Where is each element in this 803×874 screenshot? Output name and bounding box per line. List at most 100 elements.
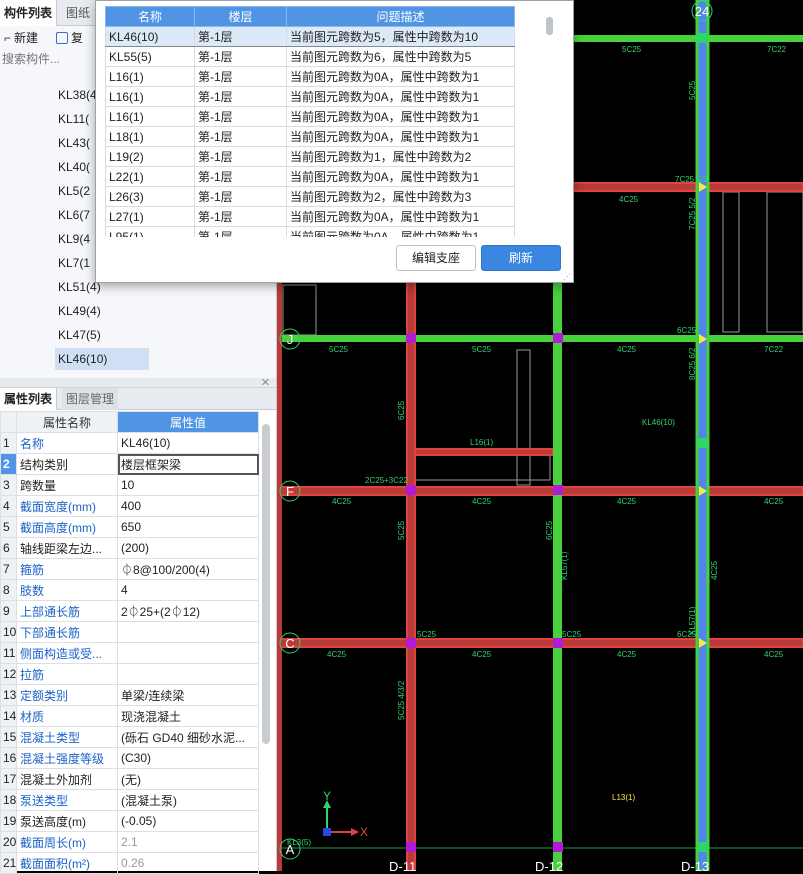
property-value[interactable]: (砾石 GD40 细砂水泥... — [117, 726, 259, 748]
table-row[interactable]: L27(1) 第-1层 当前图元跨数为0A，属性中跨数为1 — [105, 206, 515, 227]
table-row[interactable]: KL46(10) 第-1层 当前图元跨数为5，属性中跨数为10 — [105, 26, 515, 47]
property-value[interactable]: 2⏀25+(2⏀12) — [117, 600, 259, 622]
table-cell-name: L27(1) — [105, 206, 195, 227]
property-value[interactable]: KL46(10) — [117, 432, 259, 454]
property-row[interactable]: 14 材质 现浇混凝土 — [0, 705, 259, 727]
property-value[interactable]: (混凝土泵) — [117, 789, 259, 811]
refresh-button[interactable]: 刷新 — [481, 245, 561, 271]
property-value[interactable]: 10 — [117, 474, 259, 496]
property-row[interactable]: 2 结构类别 楼层框架梁 — [0, 453, 259, 475]
tab-layer-management[interactable]: 图层管理 — [62, 388, 119, 410]
resize-grip-icon[interactable]: ⋰ — [563, 272, 571, 281]
annotation-text: 4C25 — [764, 497, 784, 506]
property-value[interactable]: (-0.05) — [117, 810, 259, 832]
column-header-floor[interactable]: 楼层 — [194, 6, 287, 27]
property-value[interactable]: (200) — [117, 537, 259, 559]
property-row[interactable]: 15 混凝土类型 (砾石 GD40 细砂水泥... — [0, 726, 259, 748]
property-row[interactable]: 4 截面宽度(mm) 400 — [0, 495, 259, 517]
property-row[interactable]: 17 混凝土外加剂 (无) — [0, 768, 259, 790]
table-row[interactable]: L16(1) 第-1层 当前图元跨数为0A，属性中跨数为1 — [105, 66, 515, 87]
property-value[interactable]: 现浇混凝土 — [117, 705, 259, 727]
property-row[interactable]: 19 泵送高度(m) (-0.05) — [0, 810, 259, 832]
copy-button[interactable]: 复 — [56, 29, 83, 47]
column-node-green[interactable] — [697, 842, 708, 852]
scrollbar-thumb[interactable] — [546, 17, 553, 35]
property-value[interactable]: 楼层框架梁 — [117, 453, 259, 475]
edit-support-button[interactable]: 编辑支座 — [396, 245, 476, 271]
property-value[interactable] — [117, 663, 259, 685]
property-row[interactable]: 12 拉筋 — [0, 663, 259, 685]
property-value[interactable] — [117, 642, 259, 664]
tab-component-list[interactable]: 构件列表 — [0, 0, 58, 26]
table-row[interactable]: L18(1) 第-1层 当前图元跨数为0A，属性中跨数为1 — [105, 126, 515, 147]
tab-drawings[interactable]: 图纸 — [62, 0, 94, 26]
property-value[interactable]: 650 — [117, 516, 259, 538]
property-row[interactable]: 16 混凝土强度等级 (C30) — [0, 747, 259, 769]
tab-property-list[interactable]: 属性列表 — [0, 388, 58, 410]
annotation-text-vertical: 4C25 — [710, 560, 719, 580]
property-value[interactable]: 4 — [117, 579, 259, 601]
property-row[interactable]: 6 轴线距梁左边... (200) — [0, 537, 259, 559]
beam-vertical[interactable] — [406, 279, 416, 871]
component-search-input[interactable] — [0, 49, 104, 69]
table-row[interactable]: L16(1) 第-1层 当前图元跨数为0A，属性中跨数为1 — [105, 106, 515, 127]
column-node[interactable] — [553, 485, 563, 495]
new-button[interactable]: ⌐ 新建 — [4, 29, 38, 47]
property-row[interactable]: 9 上部通长筋 2⏀25+(2⏀12) — [0, 600, 259, 622]
panel-splitter[interactable]: ✕ — [0, 377, 276, 389]
property-scrollbar[interactable] — [262, 424, 270, 744]
property-row[interactable]: 21 截面面积(m²) 0.26 — [0, 852, 259, 874]
table-row[interactable]: L26(3) 第-1层 当前图元跨数为2，属性中跨数为3 — [105, 186, 515, 207]
property-value[interactable]: 400 — [117, 495, 259, 517]
property-value[interactable] — [117, 621, 259, 643]
column-node[interactable] — [406, 485, 416, 495]
table-row[interactable]: L19(2) 第-1层 当前图元跨数为1，属性中跨数为2 — [105, 146, 515, 167]
column-node[interactable] — [406, 842, 416, 852]
annotation-text: 4C25 — [472, 650, 492, 659]
table-row[interactable]: KL55(5) 第-1层 当前图元跨数为6，属性中跨数为5 — [105, 46, 515, 67]
column-header-name[interactable]: 名称 — [105, 6, 195, 27]
property-value[interactable]: 2.1 — [117, 831, 259, 853]
property-row[interactable]: 3 跨数量 10 — [0, 474, 259, 496]
property-value[interactable]: 单梁/连续梁 — [117, 684, 259, 706]
column-node[interactable] — [553, 842, 563, 852]
table-cell-desc: 当前图元跨数为6，属性中跨数为5 — [286, 46, 515, 67]
beam-green-horizontal[interactable] — [277, 335, 803, 342]
table-cell-desc: 当前图元跨数为0A，属性中跨数为1 — [286, 226, 515, 237]
table-row[interactable]: L22(1) 第-1层 当前图元跨数为0A，属性中跨数为1 — [105, 166, 515, 187]
table-row[interactable]: L95(1) 第-1层 当前图元跨数为0A，属性中跨数为1 — [105, 226, 515, 237]
list-item[interactable]: KL47(5) — [55, 324, 149, 346]
column-node-green[interactable] — [697, 33, 708, 43]
property-row[interactable]: 18 泵送类型 (混凝土泵) — [0, 789, 259, 811]
problem-table-scrollbar[interactable] — [546, 17, 554, 237]
property-row[interactable]: 11 侧面构造或受... — [0, 642, 259, 664]
property-row[interactable]: 5 截面高度(mm) 650 — [0, 516, 259, 538]
table-row[interactable]: L16(1) 第-1层 当前图元跨数为0A，属性中跨数为1 — [105, 86, 515, 107]
table-cell-desc: 当前图元跨数为2，属性中跨数为3 — [286, 186, 515, 207]
property-row[interactable]: 13 定额类别 单梁/连续梁 — [0, 684, 259, 706]
column-node-green[interactable] — [697, 438, 708, 448]
property-row[interactable]: 10 下部通长筋 — [0, 621, 259, 643]
beam-horizontal[interactable] — [277, 638, 803, 648]
beam-selected-kl46[interactable] — [695, 0, 710, 871]
beam-horizontal[interactable] — [412, 448, 554, 456]
annotation-text: 4C25 — [472, 497, 492, 506]
property-value[interactable]: ⏀8@100/200(4) — [117, 558, 259, 580]
list-item-selected[interactable]: KL46(10) — [55, 348, 149, 370]
property-value[interactable]: 0.26 — [117, 852, 259, 874]
property-row[interactable]: 20 截面周长(m) 2.1 — [0, 831, 259, 853]
list-item[interactable]: KL49(4) — [55, 300, 149, 322]
column-node[interactable] — [406, 638, 416, 648]
property-value[interactable]: (C30) — [117, 747, 259, 769]
property-value[interactable]: (无) — [117, 768, 259, 790]
property-row[interactable]: 7 箍筋 ⏀8@100/200(4) — [0, 558, 259, 580]
column-header-description[interactable]: 问题描述 — [286, 6, 515, 27]
property-row[interactable]: 1 名称 KL46(10) — [0, 432, 259, 454]
column-node[interactable] — [553, 638, 563, 648]
property-row[interactable]: 8 肢数 4 — [0, 579, 259, 601]
column-node[interactable] — [553, 333, 563, 343]
beam-vertical[interactable] — [277, 280, 282, 871]
annotation-text: 2C25+3C22 — [365, 476, 408, 485]
column-node[interactable] — [406, 333, 416, 343]
beam-horizontal[interactable] — [277, 486, 803, 496]
